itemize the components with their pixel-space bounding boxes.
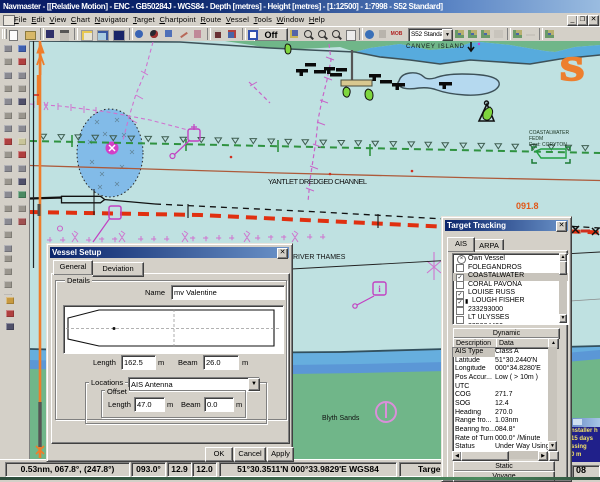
svg-text:Blyth Sands: Blyth Sands bbox=[322, 415, 360, 422]
svg-text:YANTLET DREDGED CHANNEL: YANTLET DREDGED CHANNEL bbox=[268, 177, 367, 186]
svg-text:RIVER THAMES: RIVER THAMES bbox=[293, 254, 346, 261]
svg-text:091.8: 091.8 bbox=[516, 201, 539, 211]
svg-text:S: S bbox=[560, 50, 585, 88]
svg-text:CANVEY ISLAND: CANVEY ISLAND bbox=[406, 44, 465, 50]
